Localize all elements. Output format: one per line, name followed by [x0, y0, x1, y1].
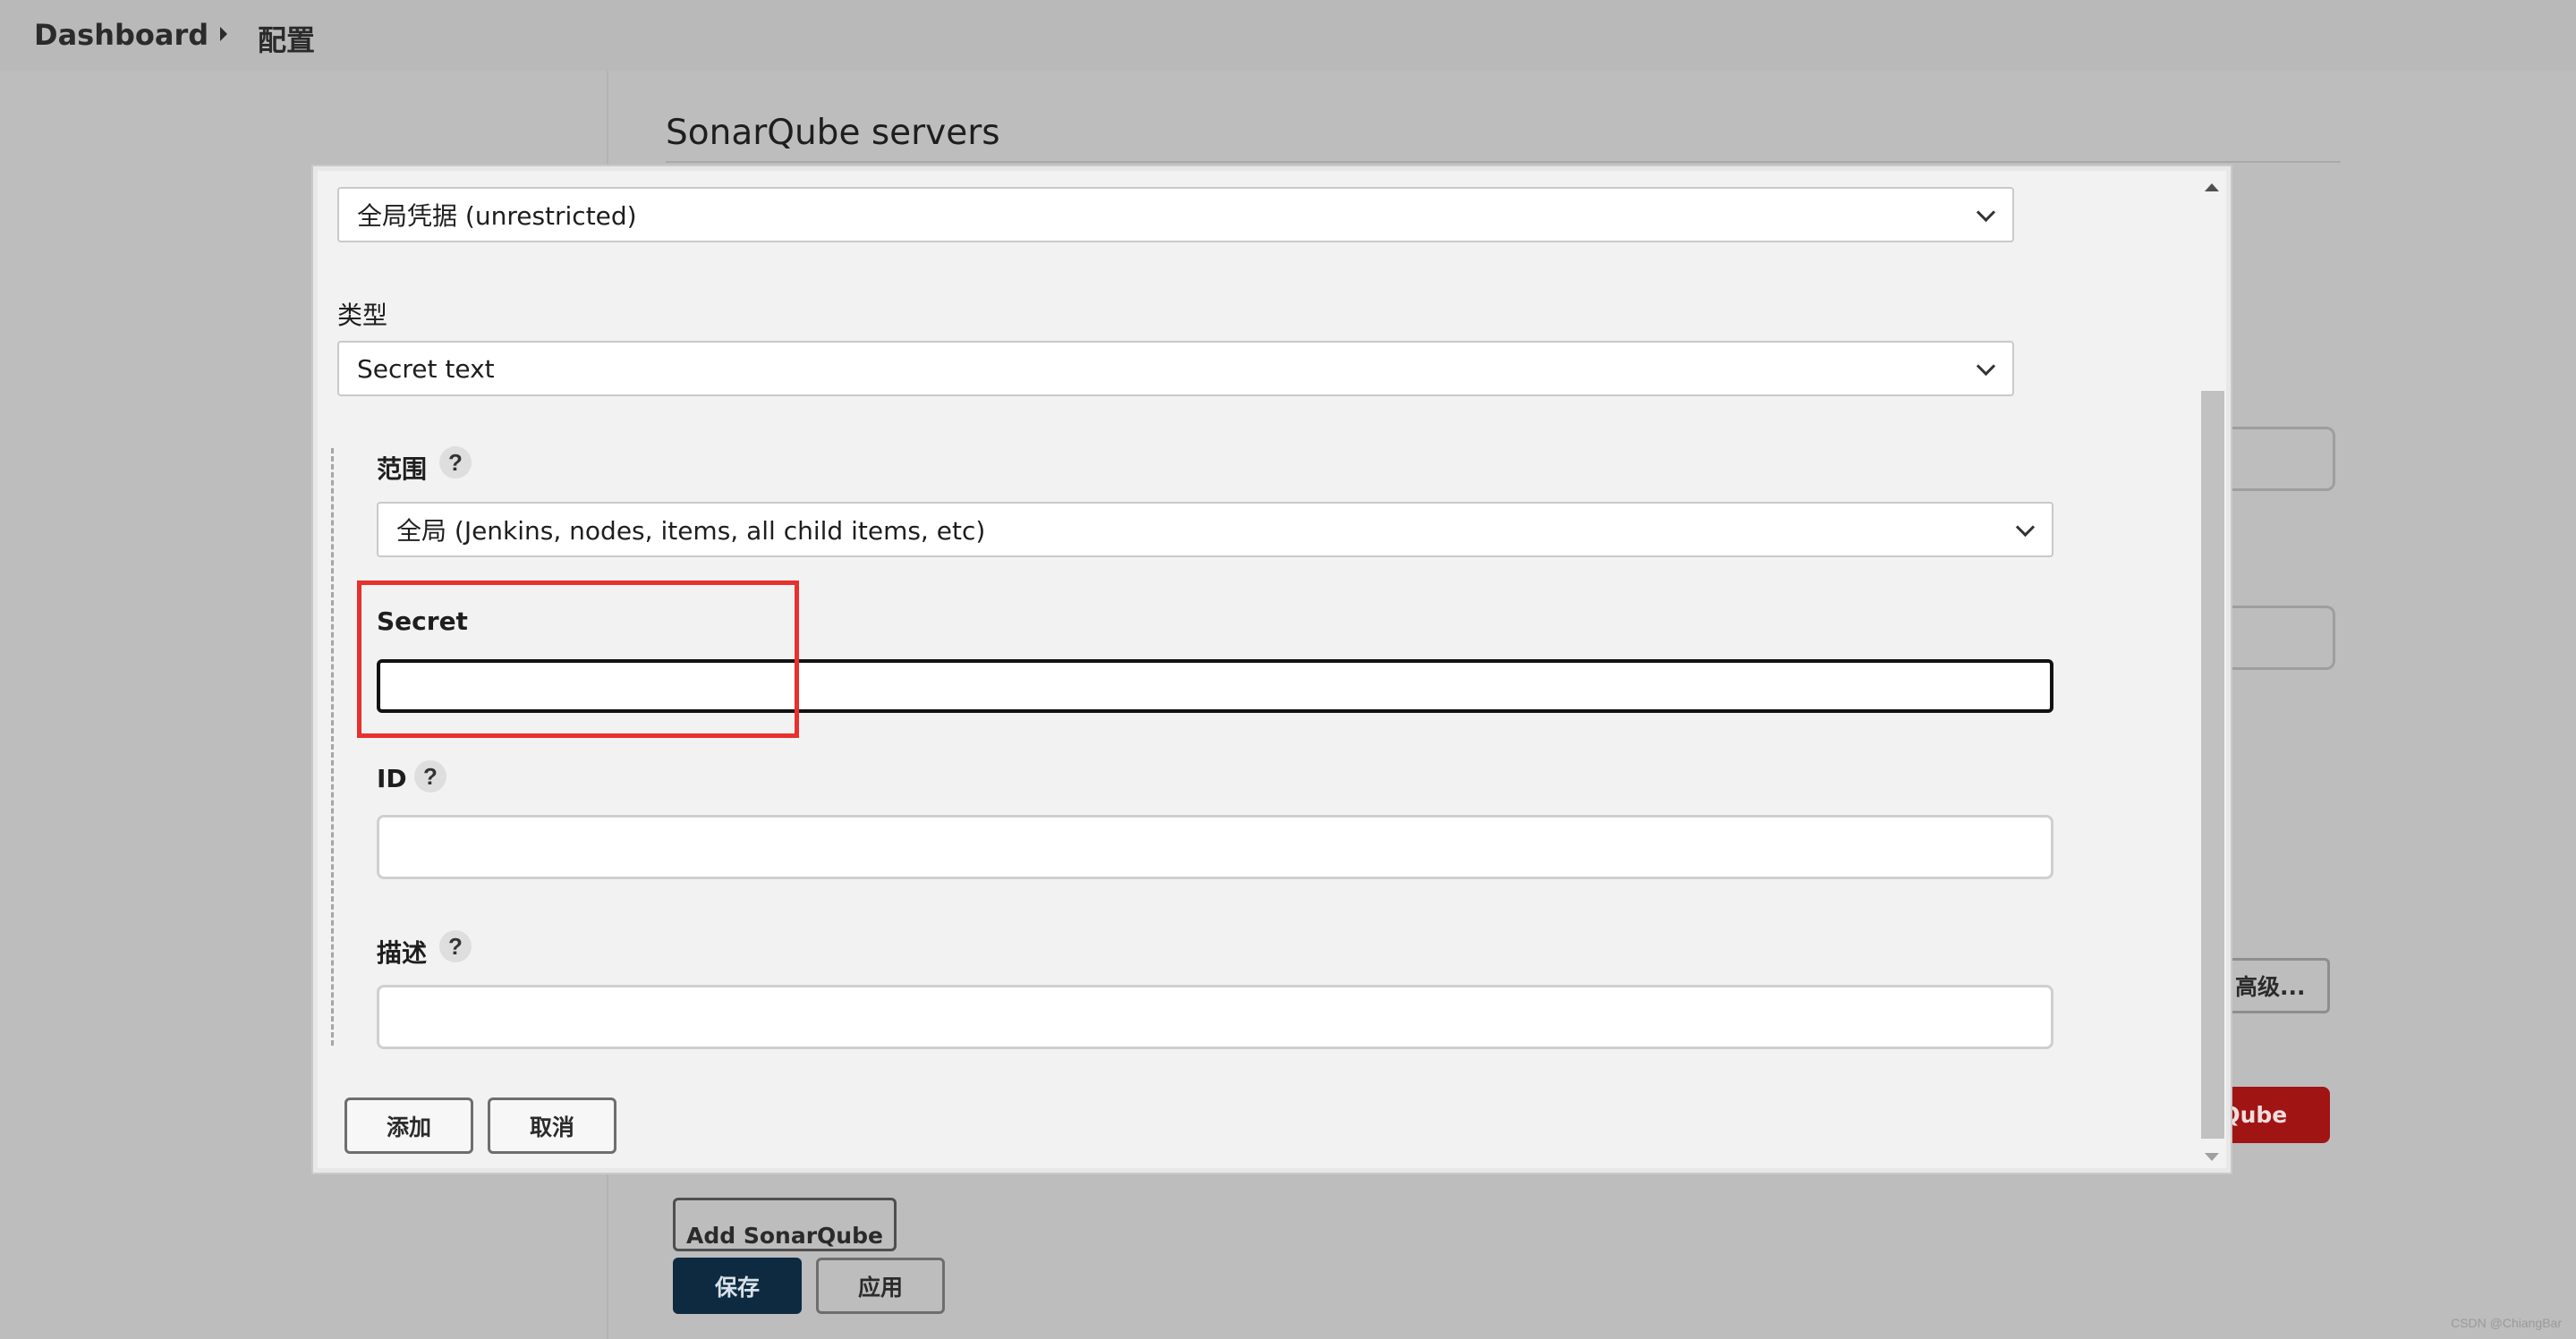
domain-select-value: 全局凭据 (unrestricted): [357, 201, 637, 231]
type-select-value: Secret text: [357, 353, 495, 384]
description-label: 描述: [377, 938, 428, 968]
section-title: SonarQube servers: [666, 113, 1000, 153]
scroll-thumb[interactable]: [2201, 391, 2224, 1139]
add-credentials-dialog: 全局凭据 (unrestricted) 类型 Secret text 范围 ? …: [313, 166, 2231, 1173]
section-rule: [666, 161, 2341, 163]
dialog-scrollbar[interactable]: [2199, 171, 2226, 1168]
scroll-up-arrow-icon[interactable]: [2205, 183, 2219, 191]
id-help-icon[interactable]: ?: [414, 760, 446, 792]
top-bar: Dashboard 配置: [0, 0, 2576, 71]
scope-help-icon[interactable]: ?: [439, 446, 472, 479]
breadcrumb-dashboard[interactable]: Dashboard: [34, 18, 208, 52]
save-button[interactable]: 保存: [673, 1258, 802, 1314]
scope-label: 范围: [377, 454, 428, 484]
breadcrumb-current: 配置: [258, 23, 316, 57]
apply-button[interactable]: 应用: [816, 1258, 945, 1314]
secret-label: Secret: [377, 606, 468, 636]
scope-select-value: 全局 (Jenkins, nodes, items, all child ite…: [396, 516, 986, 546]
watermark: CSDN @ChiangBar: [2451, 1316, 2562, 1330]
scroll-down-arrow-icon[interactable]: [2205, 1153, 2219, 1161]
add-sonarqube-button[interactable]: Add SonarQube: [673, 1198, 897, 1251]
description-input[interactable]: [377, 985, 2053, 1049]
type-label: 类型: [337, 301, 388, 330]
secret-input[interactable]: [377, 659, 2053, 713]
scope-select[interactable]: 全局 (Jenkins, nodes, items, all child ite…: [377, 502, 2053, 557]
id-input[interactable]: [377, 815, 2053, 879]
add-button[interactable]: 添加: [344, 1097, 473, 1154]
chevron-down-icon: [2015, 517, 2036, 538]
chevron-down-icon: [1976, 356, 1996, 377]
type-select[interactable]: Secret text: [337, 341, 2014, 396]
nested-fields-guide: [331, 448, 334, 1046]
cancel-button[interactable]: 取消: [488, 1097, 616, 1154]
breadcrumb-chevron-icon: [220, 27, 227, 41]
id-label: ID: [377, 764, 407, 793]
chevron-down-icon: [1976, 202, 1996, 223]
description-help-icon[interactable]: ?: [439, 930, 472, 962]
domain-select[interactable]: 全局凭据 (unrestricted): [337, 187, 2014, 242]
